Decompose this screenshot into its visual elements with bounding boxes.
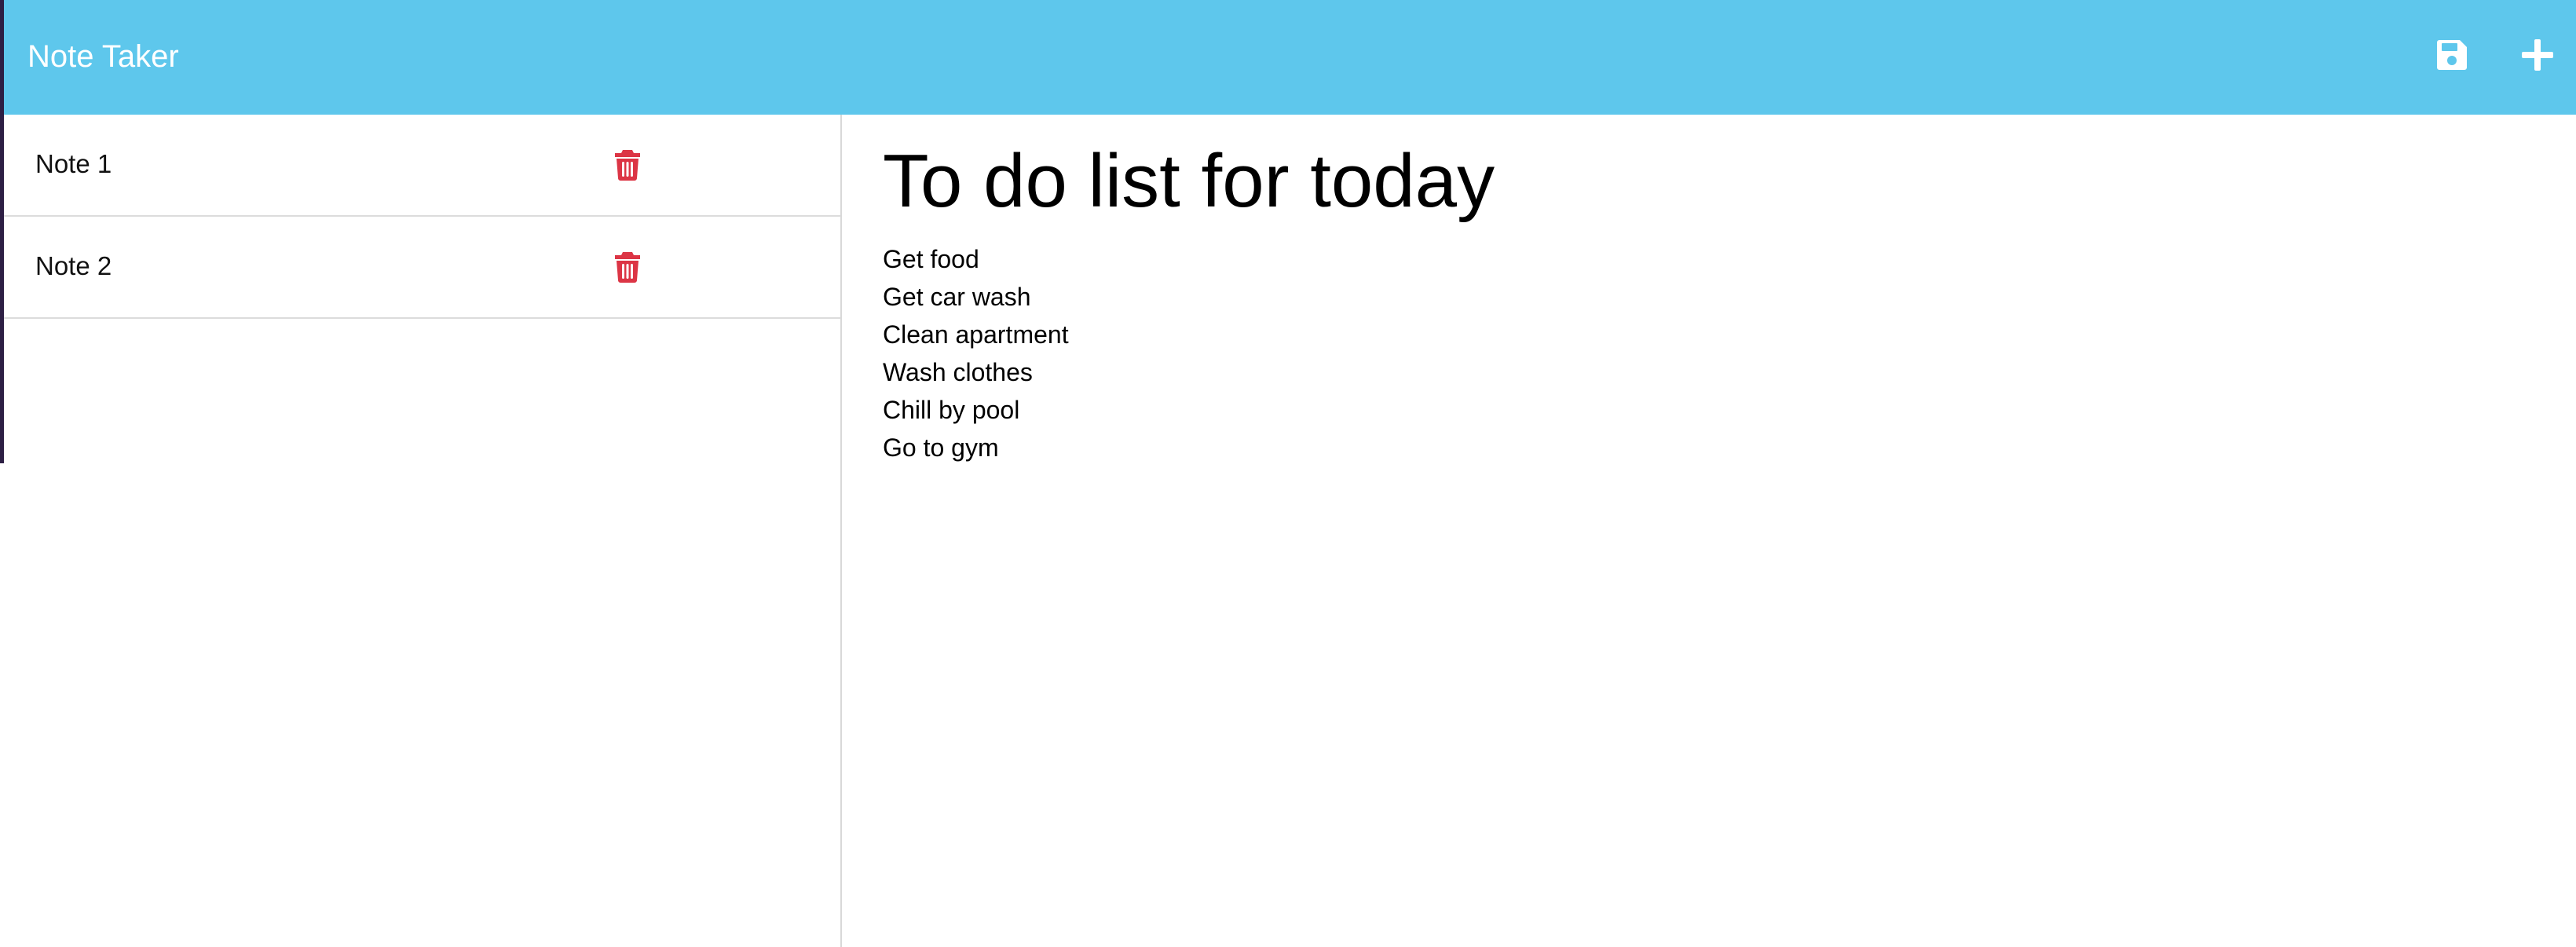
note-list: Note 1 Note 2 bbox=[4, 115, 842, 947]
save-note-button[interactable] bbox=[2428, 31, 2475, 79]
new-note-button[interactable] bbox=[2514, 31, 2561, 79]
note-line: Go to gym bbox=[883, 433, 999, 462]
note-list-item[interactable]: Note 2 bbox=[4, 217, 840, 319]
delete-note-button[interactable] bbox=[612, 148, 643, 182]
navbar: Note Taker bbox=[4, 0, 2576, 115]
note-editor: To do list for today Get food Get car wa… bbox=[842, 115, 2576, 947]
note-title: Note 1 bbox=[35, 149, 112, 178]
floppy-disk-icon bbox=[2437, 40, 2467, 70]
note-title: Note 2 bbox=[35, 251, 112, 280]
plus-icon bbox=[2522, 39, 2553, 71]
app-title[interactable]: Note Taker bbox=[27, 35, 179, 79]
note-title-input[interactable]: To do list for today bbox=[883, 135, 2532, 228]
note-line: Get food bbox=[883, 245, 979, 273]
note-line: Get car wash bbox=[883, 283, 1031, 311]
note-line: Wash clothes bbox=[883, 358, 1033, 386]
trash-icon bbox=[615, 150, 640, 181]
note-list-item[interactable]: Note 1 bbox=[4, 115, 840, 217]
note-line: Clean apartment bbox=[883, 320, 1069, 349]
trash-icon bbox=[615, 252, 640, 283]
app-window: Note Taker Note 1 Note 2 To do list for … bbox=[0, 0, 2576, 947]
note-text-area[interactable]: Get food Get car wash Clean apartment Wa… bbox=[883, 240, 2532, 466]
note-line: Chill by pool bbox=[883, 396, 1020, 424]
delete-note-button[interactable] bbox=[612, 250, 643, 284]
